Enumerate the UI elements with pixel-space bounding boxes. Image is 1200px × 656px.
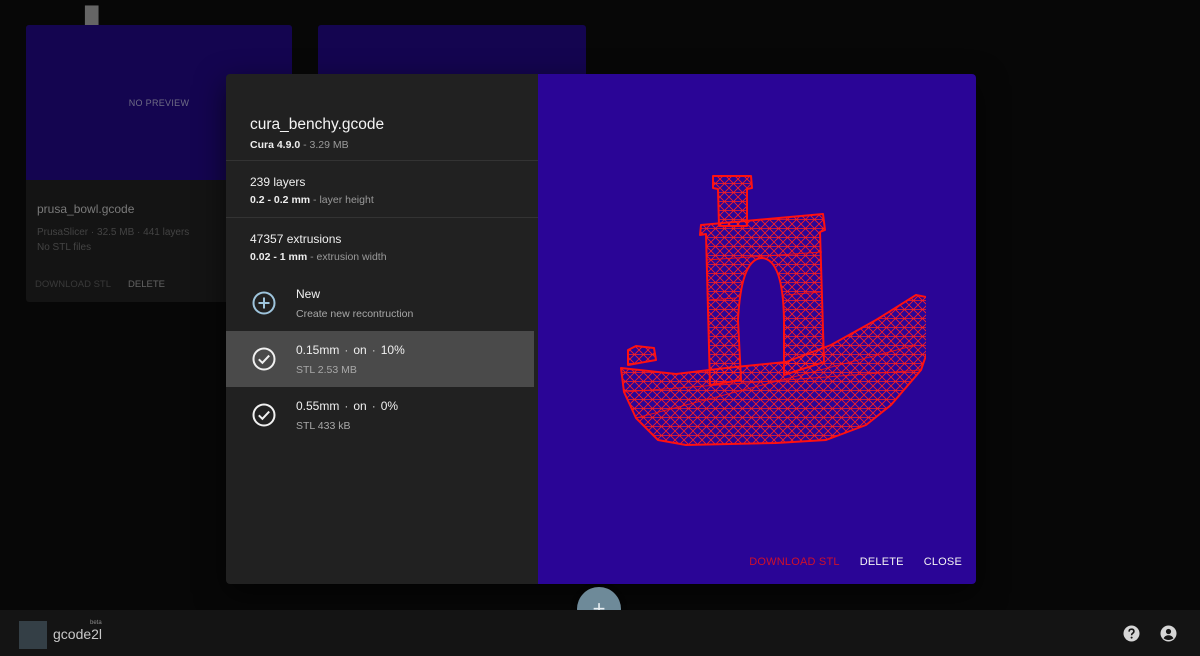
new-item-sub: Create new recontruction bbox=[296, 307, 414, 320]
slicer-name: Cura 4.9.0 bbox=[250, 139, 301, 151]
account-icon[interactable] bbox=[1160, 625, 1177, 642]
dialog-header: cura_benchy.gcode Cura 4.9.0 - 3.29 MB bbox=[226, 74, 538, 161]
layer-height-range: 0.2 - 0.2 mm bbox=[250, 194, 311, 206]
app-logo bbox=[19, 621, 47, 649]
download-stl-button[interactable]: DOWNLOAD STL bbox=[749, 556, 839, 568]
reconstruction-item[interactable]: 0.15mm · on · 10% STL 2.53 MB bbox=[226, 331, 534, 387]
file-detail-dialog: cura_benchy.gcode Cura 4.9.0 - 3.29 MB 2… bbox=[226, 74, 976, 584]
reconstruction-mode: on bbox=[353, 398, 367, 413]
layers-info: 239 layers 0.2 - 0.2 mm - layer height bbox=[226, 161, 538, 218]
reconstruction-item[interactable]: 0.55mm · on · 0% STL 433 kB bbox=[226, 387, 538, 443]
new-reconstruction-item[interactable]: New Create new recontruction bbox=[226, 275, 538, 331]
reconstruction-stl-size: STL 2.53 MB bbox=[296, 363, 357, 376]
layer-height-label: - layer height bbox=[310, 194, 374, 206]
mesh-viewer[interactable]: DOWNLOAD STL DELETE CLOSE bbox=[538, 74, 976, 584]
reconstruction-stl-size: STL 433 kB bbox=[296, 419, 351, 432]
reconstruction-percent: 0% bbox=[380, 398, 399, 413]
extrusion-width: 0.02 - 1 mm - extrusion width bbox=[250, 251, 514, 263]
reconstruction-resolution: 0.55mm bbox=[296, 398, 340, 413]
dialog-file-name: cura_benchy.gcode bbox=[250, 116, 385, 133]
delete-button[interactable]: DELETE bbox=[860, 556, 904, 568]
new-item-label: New bbox=[296, 286, 321, 301]
check-circle-icon bbox=[252, 403, 276, 427]
check-circle-icon bbox=[252, 347, 276, 371]
help-icon[interactable] bbox=[1123, 625, 1140, 642]
extrusions-info: 47357 extrusions 0.02 - 1 mm - extrusion… bbox=[226, 218, 538, 275]
plus-circle-icon bbox=[252, 291, 276, 315]
close-button[interactable]: CLOSE bbox=[924, 556, 962, 568]
reconstruction-percent: 10% bbox=[380, 342, 405, 357]
file-info-pane: cura_benchy.gcode Cura 4.9.0 - 3.29 MB 2… bbox=[226, 74, 538, 584]
layer-count: 239 layers bbox=[250, 175, 306, 189]
layer-height: 0.2 - 0.2 mm - layer height bbox=[250, 194, 514, 206]
beta-badge: beta bbox=[90, 620, 102, 626]
reconstruction-mode: on bbox=[353, 342, 367, 357]
extrusion-width-range: 0.02 - 1 mm bbox=[250, 251, 308, 263]
dialog-file-sub: Cura 4.9.0 - 3.29 MB bbox=[250, 139, 514, 151]
reconstruction-resolution: 0.15mm bbox=[296, 342, 340, 357]
reconstruction-params: 0.15mm · on · 10% bbox=[296, 342, 405, 357]
file-size: - 3.29 MB bbox=[300, 139, 349, 151]
app-name: gcode2l bbox=[53, 626, 103, 642]
bottom-app-bar: gcode2l beta bbox=[0, 610, 1200, 656]
extrusion-count: 47357 extrusions bbox=[250, 232, 342, 246]
reconstruction-params: 0.55mm · on · 0% bbox=[296, 398, 399, 413]
extrusion-width-label: - extrusion width bbox=[307, 251, 387, 263]
benchy-mesh-model[interactable] bbox=[576, 170, 926, 460]
